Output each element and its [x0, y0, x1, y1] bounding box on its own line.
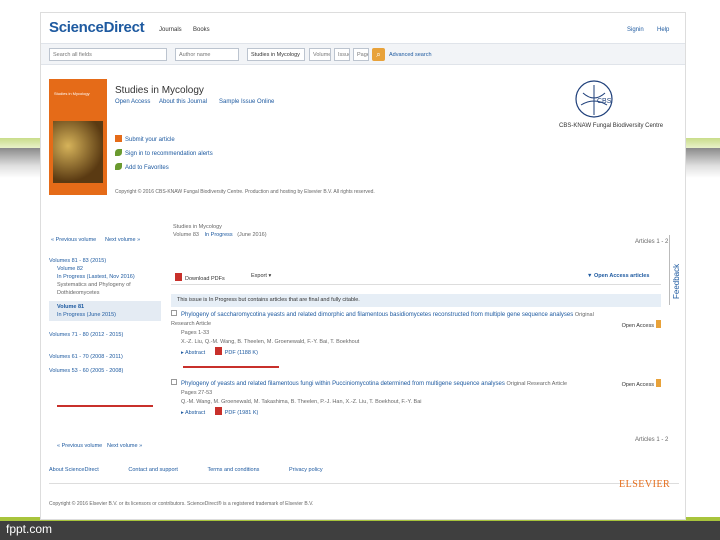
article-1-checkbox[interactable]	[171, 310, 177, 316]
sample-issue-link[interactable]: Sample Issue Online	[219, 99, 274, 105]
nav-journals[interactable]: Journals	[159, 27, 182, 33]
pdf-icon	[214, 347, 222, 355]
article-2-type: Original Research Article	[506, 381, 568, 387]
issue-input[interactable]: Issue	[334, 48, 350, 61]
breadcrumb-volume: Volume 83 In Progress (June 2016)	[173, 232, 267, 238]
volume-group-61-70[interactable]: Volumes 61 - 70 (2008 - 2011)	[49, 353, 161, 361]
highlight-underline-volumes	[57, 405, 153, 407]
journal-cover[interactable]: Studies in Mycology	[49, 79, 107, 195]
footer-contact-link[interactable]: Contact and support	[128, 467, 178, 473]
footer-privacy-link[interactable]: Privacy policy	[289, 467, 323, 473]
in-progress-notice: This issue is In Progress but contains a…	[171, 294, 661, 307]
volume-group-81-83[interactable]: Volumes 81 - 83 (2015)	[49, 257, 161, 265]
footer-terms-link[interactable]: Terms and conditions	[207, 467, 259, 473]
article-1: Phylogeny of saccharomycotina yeasts and…	[171, 310, 661, 358]
volume-group-71-80[interactable]: Volumes 71 - 80 (2012 - 2015)	[49, 331, 161, 339]
page-input[interactable]: Page	[353, 48, 369, 61]
cbs-logo: CBS	[575, 80, 613, 118]
top-bar: ScienceDirect Journals Books Signin Help	[41, 13, 685, 43]
sciencedirect-logo[interactable]: ScienceDirect	[49, 19, 145, 36]
search-button[interactable]: ⌕	[372, 48, 385, 61]
add-favorites-link[interactable]: Add to Favorites	[115, 163, 169, 171]
export-button[interactable]: Export ▾	[251, 273, 271, 279]
feedback-tab[interactable]: Feedback	[669, 235, 683, 305]
breadcrumb-journal[interactable]: Studies in Mycology	[173, 223, 267, 231]
volume-special-issue[interactable]: Systematics and Phylogeny of Dothideomyc…	[49, 281, 161, 297]
results-toolbar: Download PDFs Export ▾ ▼ Open Access art…	[171, 269, 661, 285]
journal-header: Studies in Mycology Studies in Mycology …	[49, 79, 679, 209]
article-2-open-access: Open Access	[622, 379, 661, 390]
footer-links: About ScienceDirect Contact and support …	[49, 467, 679, 473]
cover-title: Studies in Mycology	[54, 91, 90, 96]
volume-82-link[interactable]: Volume 82	[49, 265, 161, 273]
open-access-link[interactable]: Open Access	[115, 99, 150, 105]
article-1-pages: Pages 1-33	[181, 330, 210, 336]
article-1-open-access: Open Access	[622, 320, 661, 331]
filter-icon: ▼	[587, 273, 593, 279]
favorite-icon	[115, 163, 122, 170]
article-2: Phylogeny of yeasts and related filament…	[171, 379, 661, 418]
article-1-authors: X.-Z. Liu, Q.-M. Wang, B. Theelen, M. Gr…	[181, 339, 360, 345]
highlight-underline-article	[183, 366, 279, 368]
volume-81-selected[interactable]: Volume 81 In Progress (June 2015)	[49, 301, 161, 321]
next-volume-link[interactable]: Next volume »	[105, 237, 140, 243]
slide-footer-text: fppt.com	[6, 522, 53, 536]
submit-icon	[115, 135, 122, 142]
author-input[interactable]: Author name	[175, 48, 239, 61]
submit-article-link[interactable]: Submit your article	[115, 135, 175, 143]
open-access-icon	[656, 320, 661, 328]
article-2-pdf-link[interactable]: PDF (1981 K)	[225, 410, 259, 416]
society-name: CBS-KNAW Fungal Biodiversity Centre	[559, 123, 664, 129]
cover-image	[53, 121, 103, 183]
search-icon: ⌕	[376, 50, 381, 59]
article-1-pdf-link[interactable]: PDF (1188 K)	[225, 350, 258, 356]
article-1-abstract-link[interactable]: ▸ Abstract	[181, 350, 205, 356]
articles-count-top: Articles 1 - 2	[635, 239, 669, 245]
open-access-filter[interactable]: ▼ Open Access articles	[587, 273, 649, 279]
about-journal-link[interactable]: About this Journal	[159, 99, 207, 105]
article-2-authors: Q.-M. Wang, M. Groenewald, M. Takashima,…	[181, 399, 422, 405]
volume-input[interactable]: Volume	[309, 48, 331, 61]
recommendation-alerts-link[interactable]: Sign in to recommendation alerts	[115, 149, 213, 157]
previous-volume-link[interactable]: « Previous volume	[51, 237, 96, 243]
journal-copyright: Copyright © 2016 CBS-KNAW Fungal Biodive…	[115, 189, 375, 195]
article-2-pages: Pages 27-53	[181, 390, 213, 396]
elsevier-logo[interactable]: ELSEVIER	[619, 479, 670, 490]
journal-title: Studies in Mycology	[115, 85, 204, 96]
footer-divider	[49, 483, 679, 484]
breadcrumb: Studies in Mycology Volume 83 In Progres…	[173, 223, 267, 239]
journal-input[interactable]: Studies in Mycology	[247, 48, 305, 61]
footer-copyright: Copyright © 2016 Elsevier B.V. or its li…	[49, 501, 314, 507]
alert-icon	[115, 149, 122, 156]
svg-text:CBS: CBS	[597, 98, 612, 105]
slide-footer-bar	[0, 521, 720, 540]
article-2-title[interactable]: Phylogeny of yeasts and related filament…	[181, 381, 505, 387]
article-2-abstract-link[interactable]: ▸ Abstract	[181, 410, 205, 416]
search-bar: Search all fields Author name Studies in…	[41, 43, 685, 65]
search-all-fields-input[interactable]: Search all fields	[49, 48, 167, 61]
help-link[interactable]: Help	[657, 27, 669, 33]
articles-count-bottom: Articles 1 - 2	[635, 437, 669, 443]
screenshot-frame: ScienceDirect Journals Books Signin Help…	[40, 12, 686, 520]
volume-group-53-60[interactable]: Volumes 53 - 60 (2005 - 2008)	[49, 367, 161, 375]
nav-books[interactable]: Books	[193, 27, 210, 33]
volume-navigation: Volumes 81 - 83 (2015) Volume 82 In Prog…	[49, 257, 161, 375]
open-access-icon	[656, 379, 661, 387]
pdf-icon	[214, 407, 222, 415]
article-1-actions: ▸ Abstract PDF (1188 K)	[171, 347, 661, 358]
pdf-icon	[175, 273, 182, 281]
download-pdfs-button[interactable]: Download PDFs	[175, 273, 225, 282]
chevron-down-icon: ▾	[268, 273, 272, 279]
signin-link[interactable]: Signin	[627, 27, 644, 33]
volume-82-in-progress[interactable]: In Progress (Lastest, Nov 2016)	[49, 273, 161, 281]
previous-volume-link-bottom[interactable]: « Previous volume	[57, 443, 102, 449]
footer-about-link[interactable]: About ScienceDirect	[49, 467, 99, 473]
article-2-actions: ▸ Abstract PDF (1981 K)	[171, 407, 661, 418]
article-2-checkbox[interactable]	[171, 379, 177, 385]
next-volume-link-bottom[interactable]: Next volume »	[107, 443, 142, 449]
article-1-title[interactable]: Phylogeny of saccharomycotina yeasts and…	[181, 312, 573, 318]
advanced-search-link[interactable]: Advanced search	[389, 52, 432, 58]
